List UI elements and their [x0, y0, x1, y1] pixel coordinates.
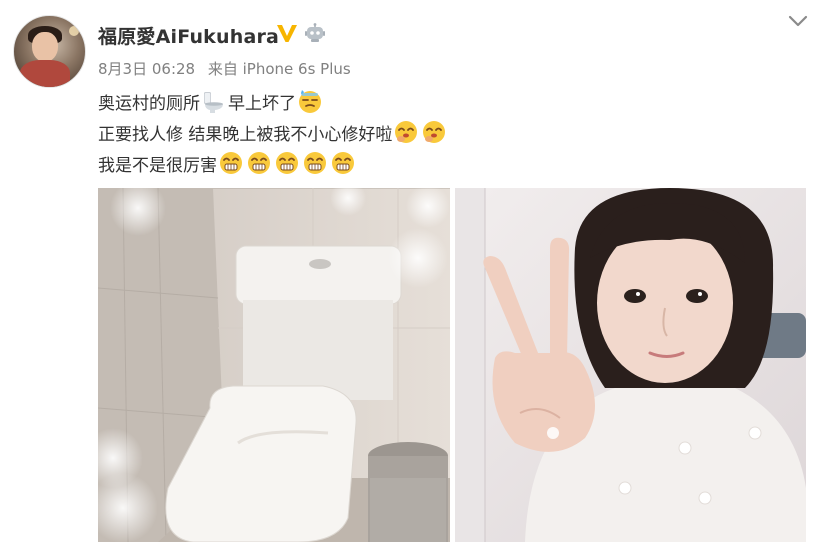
- avatar-light: [69, 26, 79, 36]
- giggle-face-icon: [395, 121, 418, 143]
- selfie-photo-illustration: [455, 188, 806, 542]
- post-source[interactable]: 来自 iPhone 6s Plus: [208, 60, 351, 78]
- hee-hee-face-icon: [304, 152, 326, 174]
- post-photo-selfie[interactable]: [455, 188, 806, 542]
- toilet-photo-illustration: [98, 188, 450, 542]
- avatar-body: [20, 60, 70, 87]
- post-text-line-1: 奥运村的厕所 早上坏了: [98, 88, 324, 114]
- sweat-face-icon: [299, 90, 321, 113]
- hee-hee-face-icon: [220, 152, 242, 174]
- hee-hee-face-icon: [248, 152, 270, 174]
- author-name[interactable]: 福原愛AiFukuhara: [98, 22, 279, 49]
- post-text-line-2: 正要找人修 结果晚上被我不小心修好啦: [98, 119, 448, 145]
- verified-v-icon[interactable]: [276, 22, 298, 44]
- toilet-icon: [204, 92, 223, 113]
- author-avatar[interactable]: [13, 15, 86, 88]
- hee-hee-face-icon: [276, 152, 298, 174]
- hee-hee-face-icon: [332, 152, 354, 174]
- robot-icon[interactable]: [304, 23, 326, 43]
- post-text-segment: 我是不是很厉害: [98, 155, 217, 176]
- post-text-segment: 早上坏了: [228, 93, 296, 114]
- post-text-segment: 正要找人修 结果晚上被我不小心修好啦: [98, 124, 393, 145]
- post-text-line-3: 我是不是很厉害: [98, 150, 357, 176]
- post-photo-toilet[interactable]: [98, 188, 450, 542]
- post-text-segment: 奥运村的厕所: [98, 93, 200, 114]
- post-meta: 8月3日 06:28 来自 iPhone 6s Plus: [98, 58, 351, 79]
- post-date[interactable]: 8月3日 06:28: [98, 60, 195, 78]
- chevron-down-icon[interactable]: [787, 12, 809, 30]
- giggle-face-icon: [423, 121, 446, 143]
- avatar-face: [32, 32, 58, 62]
